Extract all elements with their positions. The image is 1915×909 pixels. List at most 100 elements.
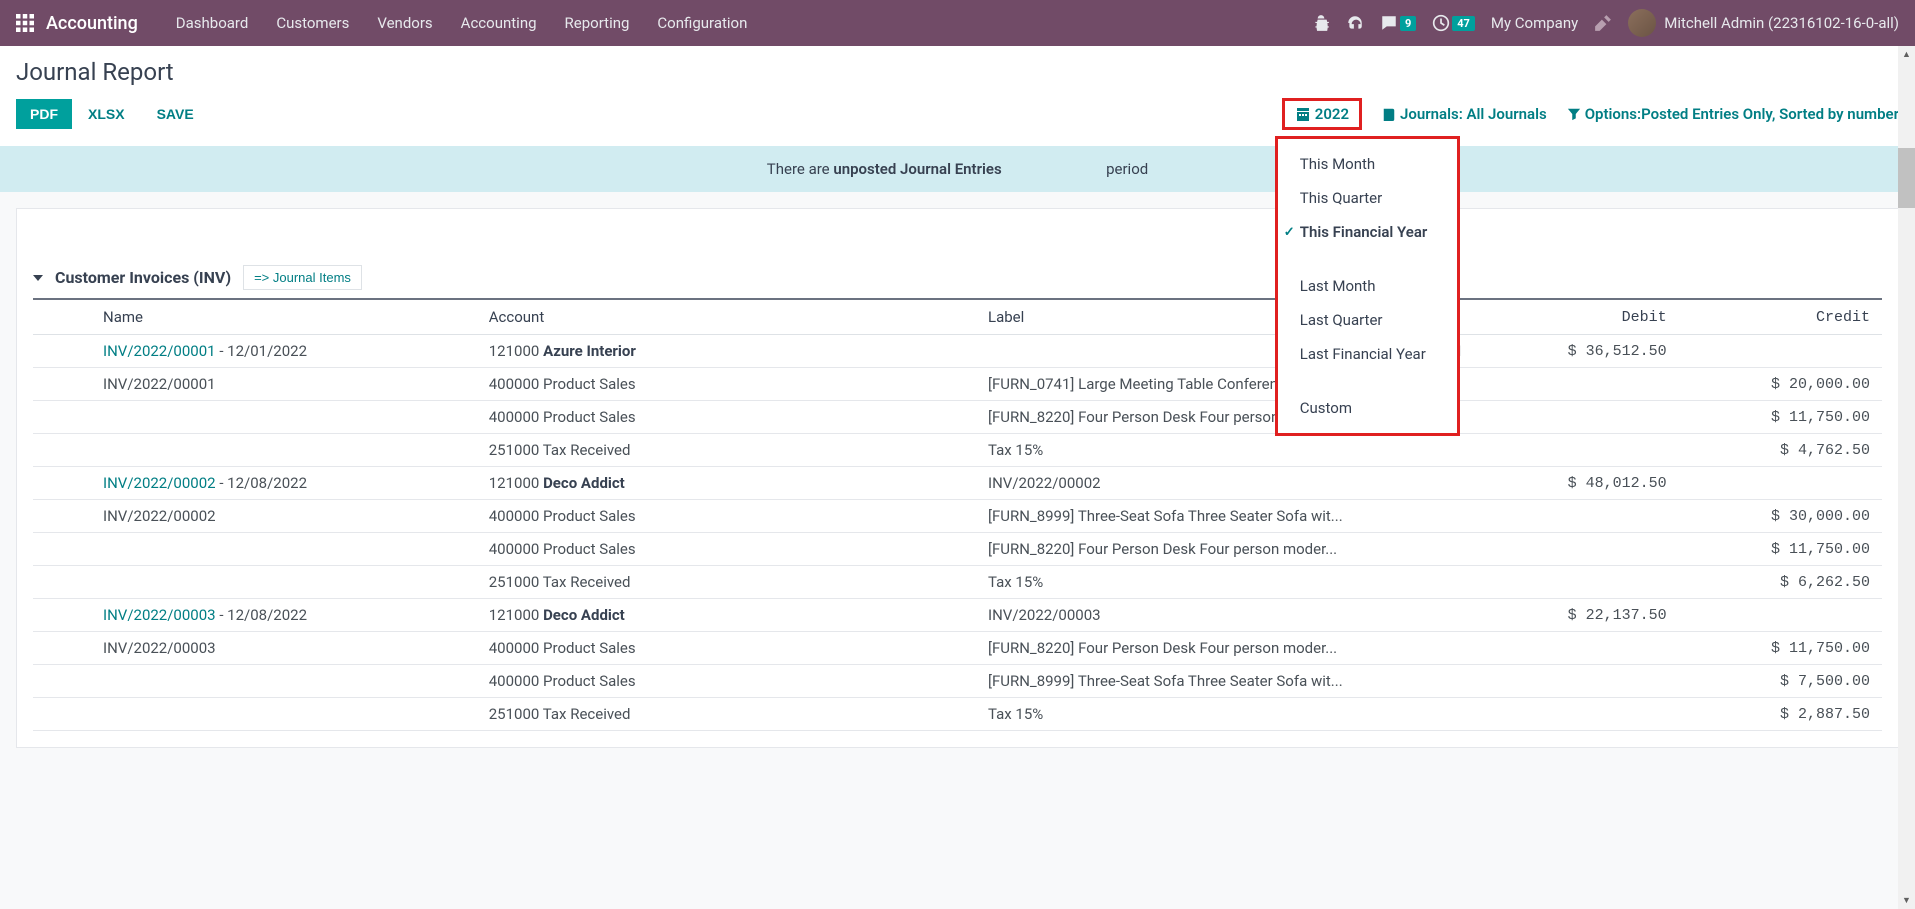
date-option[interactable]: This Month (1278, 147, 1457, 181)
cell-credit: $ 6,262.50 (1679, 566, 1882, 599)
cell-credit (1679, 335, 1882, 368)
cell-label: [FURN_8999] Three-Seat Sofa Three Seater… (976, 665, 1475, 698)
scroll-down-icon[interactable]: ▼ (1898, 892, 1915, 909)
date-option[interactable]: Last Financial Year (1278, 337, 1457, 371)
cell-label: Tax 15% (976, 698, 1475, 731)
invoice-link[interactable]: INV/2022/00002 (103, 474, 216, 492)
cell-label: [FURN_8220] Four Person Desk Four person… (976, 632, 1475, 665)
cell-debit (1475, 632, 1678, 665)
caret-down-icon[interactable] (33, 275, 43, 281)
cell-credit: $ 11,750.00 (1679, 533, 1882, 566)
section-title[interactable]: Customer Invoices (INV) (55, 268, 231, 287)
nav-dashboard[interactable]: Dashboard (162, 0, 263, 46)
table-row: INV/2022/00001 - 12/01/2022121000 Azure … (33, 335, 1882, 368)
cell-name (33, 434, 477, 467)
date-option[interactable]: Last Quarter (1278, 303, 1457, 337)
debug-icon[interactable] (1312, 14, 1330, 32)
table-row: INV/2022/00003 - 12/08/2022121000 Deco A… (33, 599, 1882, 632)
cell-name (33, 566, 477, 599)
options-filter-label: Options:Posted Entries Only, Sorted by n… (1585, 105, 1899, 123)
date-option[interactable]: Custom (1278, 391, 1457, 425)
table-row: INV/2022/00001400000 Product Sales[FURN_… (33, 368, 1882, 401)
cell-account: 251000 Tax Received (477, 566, 976, 599)
save-button[interactable]: SAVE (141, 99, 210, 129)
scrollbar-thumb[interactable] (1898, 148, 1915, 208)
cell-label: Tax 15% (976, 566, 1475, 599)
pdf-button[interactable]: PDF (16, 99, 72, 129)
cell-account: 121000 Deco Addict (477, 599, 976, 632)
report-table: Name Account Label Debit Credit INV/2022… (33, 298, 1882, 731)
activities-badge: 47 (1452, 16, 1475, 31)
cell-name (33, 401, 477, 434)
cell-debit (1475, 434, 1678, 467)
alert-suffix: period (1102, 160, 1148, 178)
cell-debit (1475, 698, 1678, 731)
user-menu[interactable]: Mitchell Admin (22316102-16-0-all) (1628, 9, 1899, 37)
cell-name: INV/2022/00001 (33, 368, 477, 401)
app-name[interactable]: Accounting (46, 13, 138, 34)
cell-name (33, 533, 477, 566)
activities-icon[interactable]: 47 (1432, 14, 1475, 32)
cell-label: Tax 15% (976, 434, 1475, 467)
date-option[interactable]: Last Month (1278, 269, 1457, 303)
support-icon[interactable] (1346, 14, 1364, 32)
table-row: 251000 Tax ReceivedTax 15% $ 6,262.50 (33, 566, 1882, 599)
options-filter[interactable]: Options:Posted Entries Only, Sorted by n… (1567, 105, 1899, 123)
nav-configuration[interactable]: Configuration (643, 0, 761, 46)
cell-debit (1475, 566, 1678, 599)
cell-debit (1475, 401, 1678, 434)
xlsx-button[interactable]: XLSX (72, 99, 141, 129)
table-row: 400000 Product Sales[FURN_8220] Four Per… (33, 533, 1882, 566)
cell-credit: $ 11,750.00 (1679, 632, 1882, 665)
cell-credit: $ 4,762.50 (1679, 434, 1882, 467)
cell-name (33, 665, 477, 698)
nav-menu: Dashboard Customers Vendors Accounting R… (162, 0, 1312, 46)
nav-customers[interactable]: Customers (262, 0, 363, 46)
table-row: 251000 Tax ReceivedTax 15% $ 4,762.50 (33, 434, 1882, 467)
top-nav: Accounting Dashboard Customers Vendors A… (0, 0, 1915, 46)
content-header: Journal Report PDF XLSX SAVE 2022 This M… (0, 46, 1915, 146)
nav-reporting[interactable]: Reporting (551, 0, 644, 46)
alert-prefix: There are (767, 160, 834, 178)
cell-label: [FURN_8999] Three-Seat Sofa Three Seater… (976, 500, 1475, 533)
messages-icon[interactable]: 9 (1380, 14, 1416, 32)
cell-label: INV/2022/00003 (976, 599, 1475, 632)
journal-items-button[interactable]: => Journal Items (243, 265, 362, 290)
nav-accounting[interactable]: Accounting (447, 0, 551, 46)
date-filter-wrapper: 2022 This MonthThis QuarterThis Financia… (1282, 98, 1362, 130)
date-option[interactable]: This Quarter (1278, 181, 1457, 215)
nav-vendors[interactable]: Vendors (363, 0, 446, 46)
user-name: Mitchell Admin (22316102-16-0-all) (1664, 14, 1899, 32)
cell-name: INV/2022/00002 - 12/08/2022 (33, 467, 477, 500)
cell-name: INV/2022/00001 - 12/01/2022 (33, 335, 477, 368)
invoice-link[interactable]: INV/2022/00003 (103, 606, 216, 624)
report-container: Customer Invoices (INV) => Journal Items… (16, 208, 1899, 748)
alert-strong: unposted Journal Entries (833, 160, 1001, 178)
table-row: INV/2022/00003400000 Product Sales[FURN_… (33, 632, 1882, 665)
date-filter[interactable]: 2022 (1282, 98, 1362, 130)
cell-name (33, 698, 477, 731)
cell-label: INV/2022/00002 (976, 467, 1475, 500)
date-option[interactable]: This Financial Year (1278, 215, 1457, 249)
col-header-account: Account (477, 299, 976, 335)
cell-debit (1475, 665, 1678, 698)
tools-icon[interactable] (1594, 14, 1612, 32)
scroll-up-icon[interactable]: ▲ (1898, 46, 1915, 63)
alert-banner[interactable]: There are unposted Journal Entries in th… (0, 146, 1915, 192)
company-switcher[interactable]: My Company (1491, 14, 1578, 32)
cell-credit: $ 30,000.00 (1679, 500, 1882, 533)
toolbar: PDF XLSX SAVE 2022 This MonthThis Quarte… (16, 98, 1899, 130)
date-dropdown: This MonthThis QuarterThis Financial Yea… (1275, 136, 1460, 436)
cell-account: 400000 Product Sales (477, 632, 976, 665)
table-row: 400000 Product Sales[FURN_8999] Three-Se… (33, 665, 1882, 698)
cell-debit (1475, 500, 1678, 533)
apps-icon[interactable] (16, 14, 34, 32)
scrollbar[interactable]: ▲ ▼ (1898, 46, 1915, 909)
invoice-link[interactable]: INV/2022/00001 (103, 342, 216, 360)
journals-filter-label: Journals: All Journals (1400, 105, 1547, 123)
cell-account: 121000 Deco Addict (477, 467, 976, 500)
cell-account: 251000 Tax Received (477, 434, 976, 467)
cell-name: INV/2022/00003 - 12/08/2022 (33, 599, 477, 632)
journals-filter[interactable]: Journals: All Journals (1382, 105, 1547, 123)
table-row: INV/2022/00002 - 12/08/2022121000 Deco A… (33, 467, 1882, 500)
